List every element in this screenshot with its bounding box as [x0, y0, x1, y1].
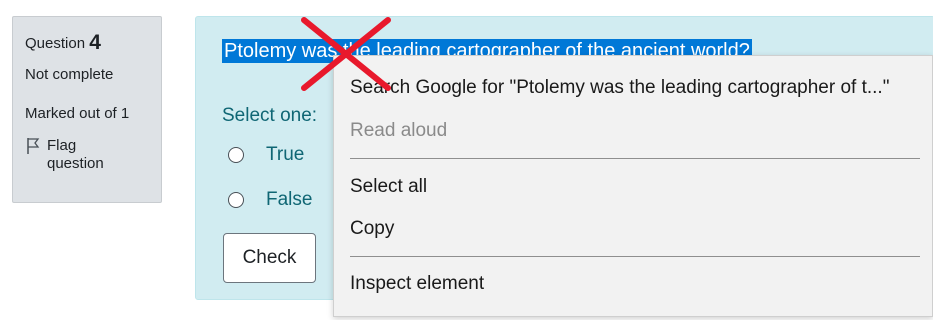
flag-question-label: Flag question — [47, 137, 104, 172]
question-number: 4 — [89, 31, 101, 54]
question-marks: Marked out of 1 — [25, 105, 130, 122]
question-heading: Question 4 — [25, 30, 161, 56]
radio-true[interactable] — [228, 147, 244, 163]
menu-item-read-aloud: Read aloud — [350, 120, 448, 141]
menu-separator — [350, 158, 920, 159]
menu-item-search-google[interactable]: Search Google for "Ptolemy was the leadi… — [350, 77, 889, 99]
answer-option-label: False — [266, 189, 313, 210]
answer-option-label: True — [266, 144, 305, 165]
question-info-panel: Question 4 Not complete Marked out of 1 … — [12, 16, 162, 203]
radio-false[interactable] — [228, 192, 244, 208]
menu-item-copy[interactable]: Copy — [350, 218, 394, 240]
flag-question-link[interactable]: Flag question — [25, 137, 161, 173]
menu-item-select-all[interactable]: Select all — [350, 176, 427, 198]
context-menu: Search Google for "Ptolemy was the leadi… — [333, 55, 933, 317]
menu-item-inspect-element[interactable]: Inspect element — [350, 273, 484, 295]
question-label: Question — [25, 35, 86, 52]
answer-option-false[interactable]: False — [228, 189, 312, 211]
select-one-prompt: Select one: — [222, 105, 318, 126]
check-button[interactable]: Check — [223, 233, 316, 283]
question-status: Not complete — [25, 66, 114, 83]
answer-option-true[interactable]: True — [228, 144, 304, 166]
flag-icon — [27, 138, 40, 154]
quiz-page: Question 4 Not complete Marked out of 1 … — [0, 0, 933, 320]
menu-separator — [350, 256, 920, 257]
